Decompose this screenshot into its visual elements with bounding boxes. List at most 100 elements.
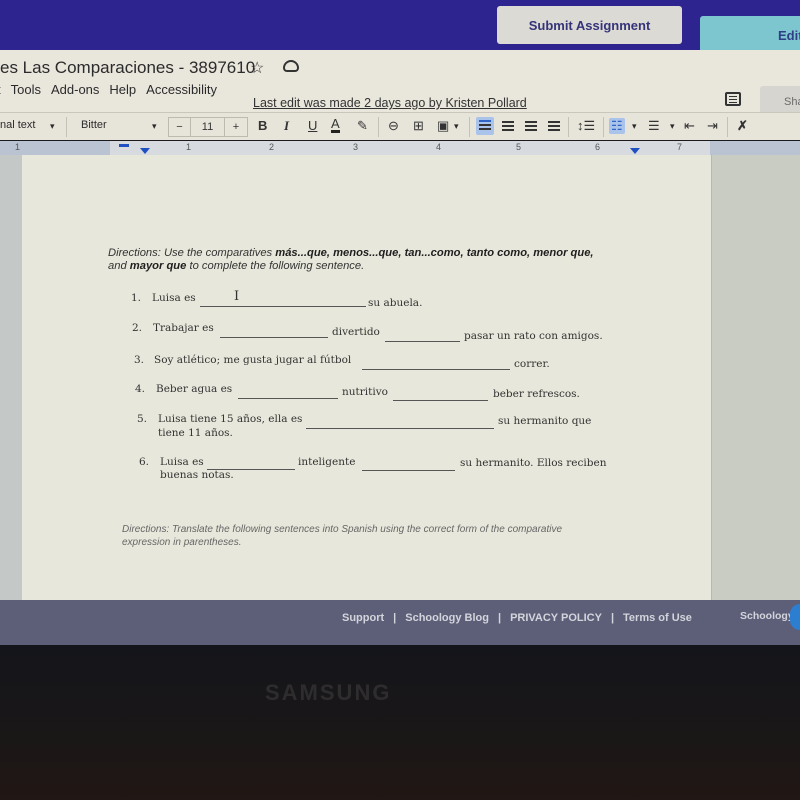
question-text: pasar un rato con amigos. xyxy=(464,330,603,342)
question-text: Beber agua es xyxy=(156,383,233,395)
ruler[interactable]: 1 1 2 3 4 5 6 7 xyxy=(0,141,800,155)
answer-blank[interactable] xyxy=(385,341,460,342)
question-text: beber refrescos. xyxy=(493,388,580,400)
directions-text: and xyxy=(108,260,130,272)
ruler-number: 3 xyxy=(353,142,359,152)
menu-bar: t Tools Add-ons Help Accessibility xyxy=(0,82,227,102)
answer-blank[interactable] xyxy=(306,428,494,429)
chevron-down-icon[interactable]: ▾ xyxy=(50,121,55,132)
star-icon[interactable]: ☆ xyxy=(250,58,264,78)
footer-separator: | xyxy=(393,612,397,624)
question-number: 6. xyxy=(139,456,150,468)
answer-blank[interactable] xyxy=(220,337,328,338)
question-number: 2. xyxy=(132,322,143,334)
support-link[interactable]: Support xyxy=(342,612,384,624)
answer-blank[interactable] xyxy=(200,306,366,307)
font-size-input[interactable]: 11 xyxy=(191,118,225,136)
right-indent-handle[interactable] xyxy=(630,148,640,154)
highlight-icon[interactable]: ✎ xyxy=(357,118,368,134)
menu-add-ons[interactable]: Add-ons xyxy=(51,82,99,102)
footer-separator: | xyxy=(610,612,615,624)
question-text: Luisa es xyxy=(160,456,204,468)
question-text: su abuela. xyxy=(368,297,423,309)
line-spacing-icon[interactable]: ↕☰ xyxy=(577,118,595,134)
menu-tools[interactable]: Tools xyxy=(11,82,41,102)
question-text: Soy atlético; me gusta jugar al fútbol xyxy=(154,354,352,366)
ruler-number: 4 xyxy=(436,142,442,152)
question-number: 1. xyxy=(131,292,142,304)
insert-image-icon[interactable]: ▣ xyxy=(437,118,449,134)
align-center-icon[interactable] xyxy=(502,121,514,131)
ruler-page-area xyxy=(110,141,710,155)
answer-blank[interactable] xyxy=(238,398,338,399)
question-text: inteligente xyxy=(298,456,356,468)
cloud-saved-icon[interactable] xyxy=(283,60,299,72)
question-text: divertido xyxy=(332,326,380,338)
question-text: buenas notas. xyxy=(160,469,234,481)
menu-help[interactable]: Help xyxy=(109,82,136,102)
bulleted-list-icon[interactable]: ☰ xyxy=(648,118,660,134)
privacy-policy-link[interactable]: PRIVACY POLICY xyxy=(510,612,602,624)
laptop-bezel xyxy=(0,645,800,800)
question-text: nutritivo xyxy=(342,386,388,398)
link-icon[interactable]: ⊖ xyxy=(388,118,399,134)
italic-icon[interactable]: I xyxy=(284,118,289,134)
footer-links: Support | Schoology Blog | PRIVACY POLIC… xyxy=(342,612,692,624)
underline-icon[interactable]: U xyxy=(308,118,317,133)
increase-indent-icon[interactable]: ⇥ xyxy=(707,118,718,134)
directions-part-2: Directions: Translate the following sent… xyxy=(122,524,563,548)
align-left-icon xyxy=(479,120,491,130)
bold-icon[interactable]: B xyxy=(258,118,267,133)
answer-blank[interactable] xyxy=(362,369,510,370)
font-size-stepper: − 11 + xyxy=(168,117,248,137)
directions-bold: mayor que xyxy=(129,260,187,272)
last-edit-link[interactable]: Last edit was made 2 days ago by Kristen… xyxy=(253,96,527,110)
schoology-top-bar: Submit Assignment Edit xyxy=(0,0,800,56)
increase-font-size-button[interactable]: + xyxy=(225,118,247,136)
chevron-down-icon[interactable]: ▾ xyxy=(454,121,459,132)
toolbar-divider xyxy=(603,117,604,137)
menu-format[interactable]: t xyxy=(0,82,1,102)
answer-blank[interactable] xyxy=(362,470,455,471)
decrease-font-size-button[interactable]: − xyxy=(169,118,191,136)
first-line-indent-handle[interactable] xyxy=(119,144,129,147)
chevron-down-icon[interactable]: ▾ xyxy=(670,121,675,132)
comment-history-icon[interactable] xyxy=(725,92,741,106)
help-button[interactable] xyxy=(790,604,800,630)
toolbar-divider xyxy=(469,117,470,137)
left-indent-handle[interactable] xyxy=(140,148,150,154)
decrease-indent-icon[interactable]: ⇤ xyxy=(684,118,695,134)
chevron-down-icon[interactable]: ▾ xyxy=(152,121,157,132)
directions-part-1: Directions: Use the comparatives más...q… xyxy=(108,247,648,273)
schoology-blog-link[interactable]: Schoology Blog xyxy=(405,612,489,624)
question-text: Trabajar es xyxy=(153,322,214,334)
align-right-icon[interactable] xyxy=(525,121,537,131)
align-justify-icon[interactable] xyxy=(548,121,560,131)
terms-of-use-link[interactable]: Terms of Use xyxy=(623,612,692,624)
ruler-number: 1 xyxy=(186,142,192,152)
paragraph-style-select[interactable]: nal text xyxy=(0,119,35,131)
numbered-list-icon[interactable]: ☷ xyxy=(609,118,625,134)
toolbar-divider xyxy=(378,117,379,137)
menu-accessibility[interactable]: Accessibility xyxy=(146,82,217,102)
question-number: 5. xyxy=(137,413,148,425)
question-number: 3. xyxy=(134,354,145,366)
answer-blank[interactable] xyxy=(393,400,488,401)
edit-button[interactable]: Edit xyxy=(700,16,800,54)
directions-bold: más...que, menos...que, tan...como, tant… xyxy=(275,247,594,259)
toolbar-divider xyxy=(66,117,67,137)
clear-formatting-icon[interactable]: ✗ xyxy=(737,118,748,134)
ruler-number: 2 xyxy=(269,142,275,152)
insert-comment-icon[interactable]: ⊞ xyxy=(413,118,424,134)
document-title[interactable]: es Las Comparaciones - 3897610 xyxy=(0,58,255,78)
schoology-brand[interactable]: Schoology xyxy=(740,610,794,622)
chevron-down-icon[interactable]: ▾ xyxy=(632,121,637,132)
left-margin xyxy=(0,155,22,600)
font-select[interactable]: Bitter xyxy=(81,119,107,131)
text-color-icon[interactable]: A xyxy=(331,117,340,133)
question-text: correr. xyxy=(514,358,550,370)
toolbar-divider xyxy=(568,117,569,137)
align-left-button[interactable] xyxy=(476,117,494,135)
submit-assignment-button[interactable]: Submit Assignment xyxy=(497,6,682,44)
question-text: su hermanito. Ellos reciben xyxy=(460,457,607,469)
